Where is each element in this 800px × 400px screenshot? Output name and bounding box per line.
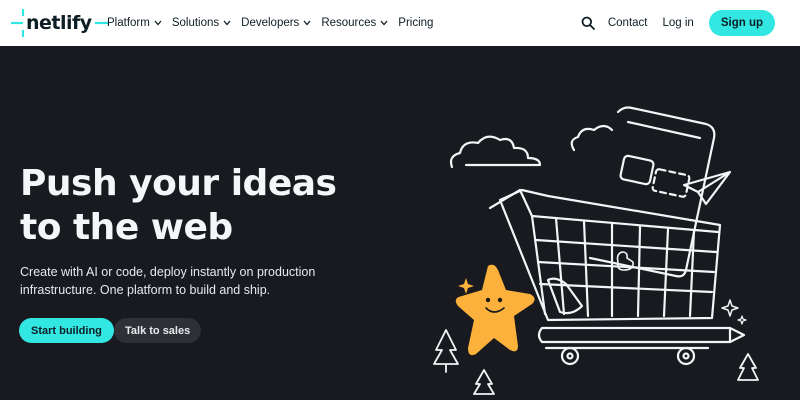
site-header: netlify Platform Solutions Developers Re… xyxy=(0,0,800,46)
cloud-icon xyxy=(449,135,542,169)
chevron-down-icon xyxy=(380,20,388,26)
star-mascot-icon xyxy=(455,264,535,356)
pine-tree-icon xyxy=(737,353,759,381)
hero-illustration xyxy=(433,106,759,395)
chevron-down-icon xyxy=(154,20,162,26)
hero-title-line1: Push your ideas xyxy=(20,163,337,204)
hero-subtitle: Create with AI or code, deploy instantly… xyxy=(20,263,320,299)
hero-title: Push your ideas to the web xyxy=(20,162,350,250)
sparkle-icon xyxy=(721,299,739,317)
nav-pricing-label: Pricing xyxy=(398,17,434,29)
sparkle-icon xyxy=(737,315,747,325)
nav-solutions-label: Solutions xyxy=(171,17,220,29)
nav-solutions[interactable]: Solutions xyxy=(172,17,231,29)
nav-resources-label: Resources xyxy=(321,17,377,29)
nav-platform-label: Platform xyxy=(107,17,150,29)
pine-tree-icon xyxy=(433,329,459,373)
start-building-button[interactable]: Start building xyxy=(19,318,114,343)
hero-subtitle-line2: infrastructure. One platform to build an… xyxy=(20,283,271,297)
pine-tree-icon xyxy=(473,369,495,395)
logo-wordmark: netlify xyxy=(26,12,92,34)
paper-plane-icon xyxy=(682,170,732,206)
nav-developers[interactable]: Developers xyxy=(241,17,311,29)
nav-resources[interactable]: Resources xyxy=(321,17,388,29)
logo-burst-icon xyxy=(11,9,25,37)
chevron-down-icon xyxy=(303,20,311,26)
chevron-down-icon xyxy=(223,20,231,26)
contact-link[interactable]: Contact xyxy=(608,17,648,29)
nav-developers-label: Developers xyxy=(241,17,300,29)
hero-subtitle-line1: Create with AI or code, deploy instantly… xyxy=(20,265,316,279)
signup-button[interactable]: Sign up xyxy=(708,10,775,36)
nav-platform[interactable]: Platform xyxy=(107,17,162,29)
nav-pricing[interactable]: Pricing xyxy=(398,17,433,29)
cloud-icon xyxy=(570,124,614,152)
header-actions: Contact Log in Sign up xyxy=(581,0,775,46)
login-link[interactable]: Log in xyxy=(662,17,693,29)
hero-title-line2: to the web xyxy=(20,207,233,248)
search-icon[interactable] xyxy=(581,16,595,30)
primary-nav: Platform Solutions Developers Resources … xyxy=(107,0,443,46)
pencil-icon xyxy=(537,326,746,344)
netlify-logo[interactable]: netlify xyxy=(11,8,109,38)
talk-to-sales-button[interactable]: Talk to sales xyxy=(114,318,202,343)
